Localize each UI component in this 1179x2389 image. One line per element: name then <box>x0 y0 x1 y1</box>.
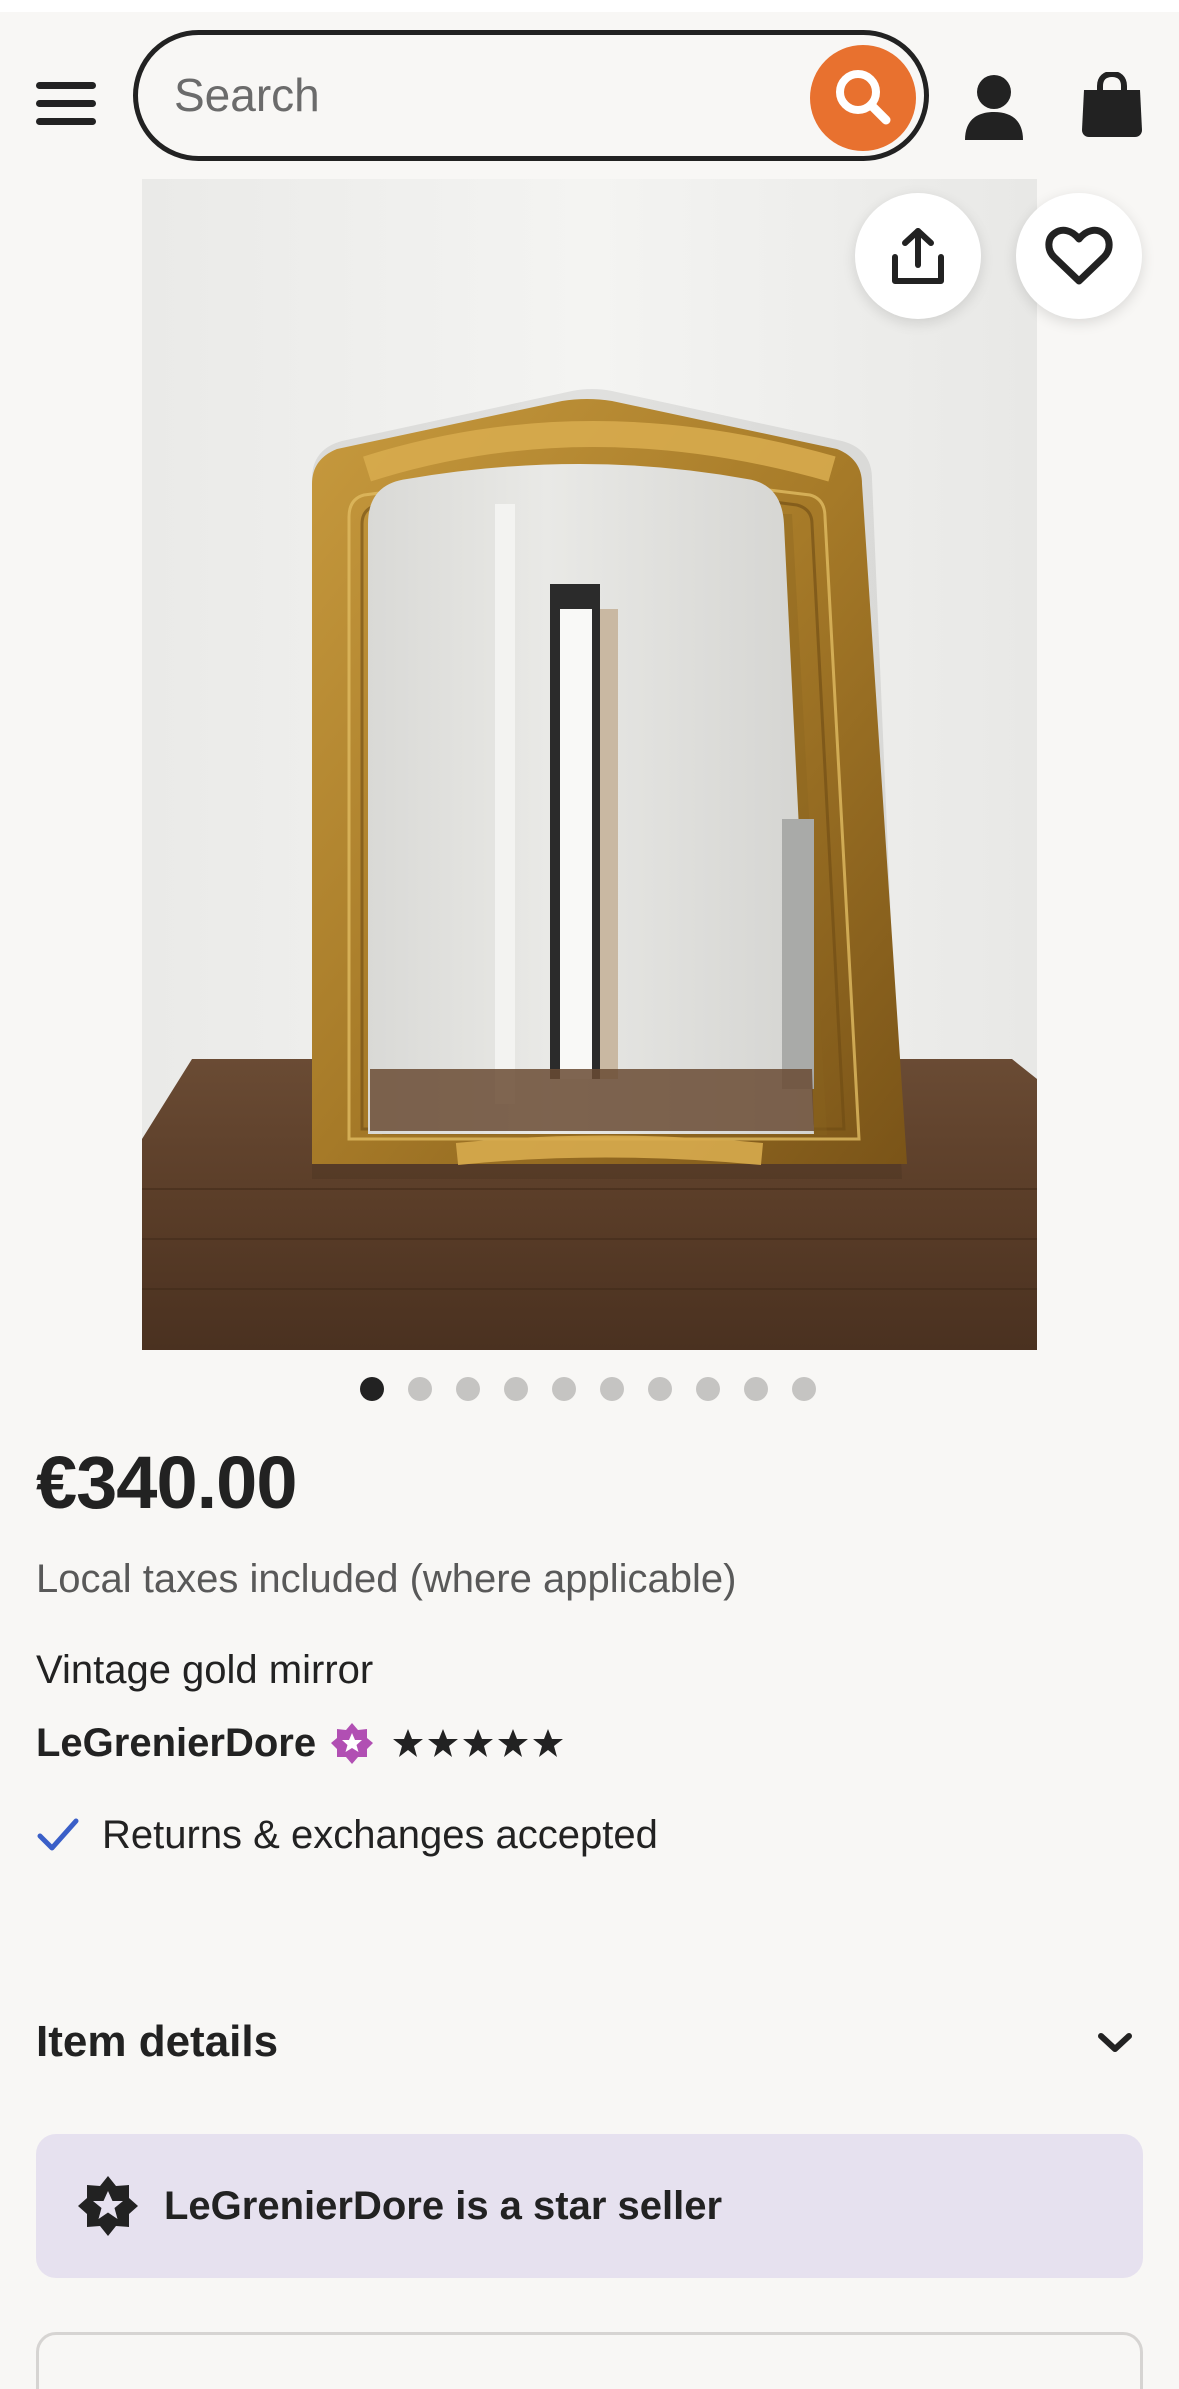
item-details-heading: Item details <box>36 2017 279 2066</box>
pagination-dot[interactable] <box>696 1377 720 1401</box>
pagination-dot[interactable] <box>744 1377 768 1401</box>
seller-name-link[interactable]: LeGrenierDore <box>36 1721 316 1766</box>
star-icon <box>393 1729 424 1757</box>
listing-title: Vintage gold mirror <box>36 1648 374 1692</box>
pagination-dot[interactable] <box>648 1377 672 1401</box>
top-bar <box>0 12 1179 179</box>
pagination-dot[interactable] <box>504 1377 528 1401</box>
returns-row: Returns & exchanges accepted <box>36 1810 658 1860</box>
star-seller-icon <box>78 2176 138 2236</box>
user-icon[interactable] <box>963 74 1025 142</box>
pagination-dot[interactable] <box>600 1377 624 1401</box>
star-seller-badge-icon <box>331 1723 374 1764</box>
rating-stars[interactable] <box>392 1727 564 1759</box>
tax-note: Local taxes included (where applicable) <box>36 1557 737 1601</box>
pagination-dot[interactable] <box>360 1377 384 1401</box>
search-bar <box>133 30 929 161</box>
pagination-dot[interactable] <box>552 1377 576 1401</box>
star-seller-text: LeGrenierDore is a star seller <box>164 2183 723 2228</box>
heart-icon <box>1045 226 1113 285</box>
check-icon <box>37 1818 79 1851</box>
star-icon <box>428 1729 459 1757</box>
price: €340.00 <box>36 1441 297 1524</box>
share-icon <box>892 228 944 284</box>
returns-text: Returns & exchanges accepted <box>102 1812 658 1857</box>
favorite-button[interactable] <box>1016 193 1142 319</box>
share-button[interactable] <box>855 193 981 319</box>
image-pagination[interactable] <box>360 1377 816 1401</box>
next-section-card <box>36 2332 1143 2389</box>
menu-icon[interactable] <box>36 82 96 126</box>
pagination-dot[interactable] <box>456 1377 480 1401</box>
star-icon <box>463 1729 494 1757</box>
star-seller-banner: LeGrenierDore is a star seller <box>36 2134 1143 2278</box>
search-button[interactable] <box>810 45 916 151</box>
pagination-dot[interactable] <box>408 1377 432 1401</box>
shopping-bag-icon[interactable] <box>1080 72 1144 138</box>
search-input[interactable] <box>174 63 814 127</box>
mirror-photo <box>142 179 1037 1350</box>
search-icon <box>836 70 891 125</box>
product-image[interactable] <box>142 179 1037 1350</box>
item-details-toggle[interactable]: Item details <box>36 2010 1143 2074</box>
seller-row: LeGrenierDore <box>36 1718 564 1768</box>
star-icon <box>498 1729 529 1757</box>
chevron-down-icon <box>1098 2033 1132 2052</box>
status-strip <box>0 0 1179 12</box>
star-icon <box>533 1729 564 1757</box>
pagination-dot[interactable] <box>792 1377 816 1401</box>
